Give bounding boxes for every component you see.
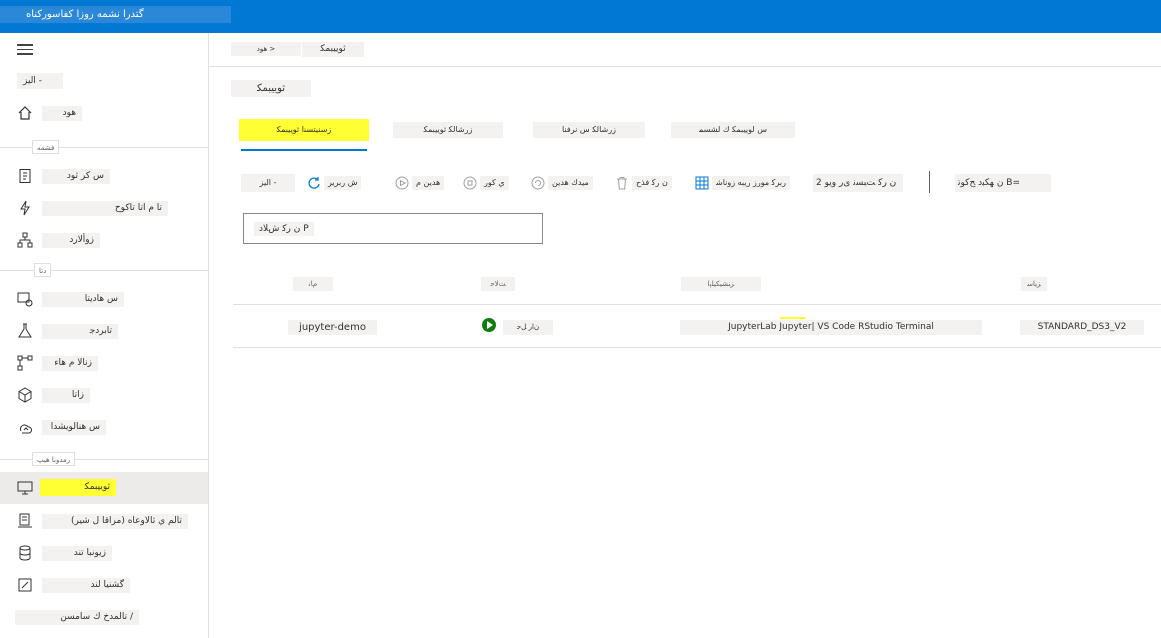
sidebar-item-label: (ﻣﺮﺍﻗﺎ ﻝ ﺷﻴﺮ) ﺗﺎﻟﻢ ﻱ ﺛﺎﻟﺎﻭﻋﺎﻩ <box>42 514 188 529</box>
refresh-label: ﺵ ﺭﺑﺮﻳﺮ <box>324 175 362 190</box>
sidebar: ﺍﻟﯿﺰ - ﻫﻮﺩ ﻓﺸﻤﻪ ﺱ ﻛﺮ ﺛﻮﺩ ﺗﺎ ﻡ ﺍﺗﺎ ﺗﺎﮐﻮﺡ … <box>0 33 209 638</box>
section-header-assets: ﺩﺗﺎ <box>0 263 208 277</box>
column-header-size[interactable]: ﺰﻳﺎﺳ <box>1021 277 1047 291</box>
environments-icon <box>18 513 32 528</box>
compute-icon <box>17 481 33 495</box>
tab-compute-instances[interactable]: ﺯﺳﻨﻴﺘﺴﻨﺍ ﺛﻮﻳﻴﺒﻤﻜ <box>239 119 369 141</box>
endpoints-icon <box>20 424 33 434</box>
pipelines-icon <box>17 355 33 371</box>
sidebar-item-label: ﺱ ﻛﺮ ﺛﻮﺩ <box>42 169 110 184</box>
sidebar-item-label: ﻫﻮﺩ <box>42 106 82 121</box>
new-compute-button[interactable]: ﺍﻟﻴﺰ - <box>241 174 295 192</box>
status-text: ﻥﺍﺭ ﻞﺣ <box>503 320 553 335</box>
section-label: ﺭﻣﺪﻭﻧﺎ ﻫﯿﭗ <box>32 452 76 466</box>
compute-name-link[interactable]: jupyter-demo <box>288 320 377 335</box>
refresh-button[interactable]: ﺵ ﺭﺑﺮﻳﺮ <box>307 174 362 192</box>
sidebar-item-models[interactable]: ﺯﺍﺗﺎ <box>0 379 208 411</box>
section-label: ﺩﺗﺎ <box>34 263 52 277</box>
application-links[interactable]: JupyterLab Jupyter| VS Code RStudio Term… <box>680 320 982 335</box>
start-label: ﻫﺪﻳﻦ ﻡ <box>412 175 445 190</box>
labeling-icon <box>18 578 32 592</box>
delete-label: ﻥ ﺭﻛ ﻓﺬﺡ <box>632 175 672 190</box>
sidebar-item-label: ﺯﻧﺎﻟﺎ ﻡ ﻫﺎﺀ <box>42 356 98 371</box>
sidebar-item-label: ﺗﺎﺑﺮﺩﺟ <box>42 324 118 339</box>
tab-inference-clusters[interactable]: ﺯﺭﺷﺎﻟﻜ ﺱ ﻧﺮﻓﻨﺎ <box>533 122 645 138</box>
home-icon <box>18 106 32 120</box>
page-title: ﺛﻮﻳﻴﺒﻤﻜ <box>231 80 311 97</box>
sidebar-item-label: ﺯﻳﻮﻧﺒﺎ ﺗﻨﺪ <box>42 546 112 561</box>
start-button[interactable]: ﻫﺪﻳﻦ ﻡ <box>395 174 445 192</box>
app-title[interactable]: ﮔﺘﺪﺭﺍ ﻧﺸﻤﻪ ﺭﻭﺯﺍ ﮐﻔﺎﺳﻮﺭﮐﻨﺎﻩ <box>0 6 231 23</box>
breadcrumb-current: ﺛﻮﻳﻴﺒﻤﻜ <box>302 42 364 57</box>
running-status-icon <box>482 318 496 332</box>
stop-icon <box>463 176 477 189</box>
top-bar: ﮔﺘﺪﺭﺍ ﻧﺸﻤﻪ ﺭﻭﺯﺍ ﮐﻔﺎﺳﻮﺭﮐﻨﺎﻩ <box>0 0 1161 33</box>
designer-icon <box>17 232 33 248</box>
sidebar-item-datasets[interactable]: ﺱ ﻫﺎﺩﻳﺘﺎ <box>0 283 208 315</box>
edit-columns-label: ﺭﺑﺮﻛ ﻣﻮﺭﺯ ﺭﻳﺒﻪ ﺯﻭﻧﺎﺷ <box>712 175 790 190</box>
automl-icon <box>20 200 30 216</box>
notebook-icon <box>19 169 31 183</box>
tab-attached-compute[interactable]: ﺱ ﻟﻮﻳﻴﺒﻤﻜ ﻙ ﻟﺸﺴﻤ <box>671 122 795 138</box>
column-header-applications[interactable]: ﺰﻨﺸﻴﻜﻴﻠﭘﺍ <box>681 277 761 291</box>
sidebar-item-pipelines[interactable]: ﺯﻧﺎﻟﺎ ﻡ ﻫﺎﺀ <box>0 347 208 379</box>
vm-size: STANDARD_DS3_V2 <box>1020 320 1144 335</box>
sidebar-item-label: ﺯﺍﺗﺎ <box>42 388 90 403</box>
sidebar-item-label: ﺛﻮﻳﻴﺒﻤﻜ <box>40 479 116 496</box>
group-by-button[interactable]: ﻥ ﻬﻜﺒﺩ ﺢﻛﻮﺗ B= <box>955 174 1051 192</box>
stop-button[interactable]: ﻱ ﻛﻮﺭ <box>463 174 509 192</box>
section-label: ﻓﺸﻤﻪ <box>32 140 60 154</box>
stop-label: ﻱ ﻛﻮﺭ <box>480 175 509 190</box>
refresh-icon <box>308 176 320 189</box>
sidebar-item-environments[interactable]: (ﻣﺮﺍﻗﺎ ﻝ ﺷﻴﺮ) ﺗﺎﻟﻢ ﻱ ﺛﺎﻟﺎﻭﻋﺎﻩ <box>0 505 208 537</box>
sidebar-item-data-labeling[interactable]: ﮔﺸﻨﻴﺎ ﻟﻨﺪ <box>0 569 208 601</box>
play-icon <box>395 176 409 189</box>
sidebar-item-compute[interactable]: ﺛﻮﻳﻴﺒﻤﻜ <box>0 472 208 504</box>
active-tab-indicator <box>241 149 367 151</box>
sidebar-item-endpoints[interactable]: ﺱ ﻫﻨﺎﻟﻮﻳﺸﺪﺍ <box>0 411 208 443</box>
restart-icon <box>531 176 545 189</box>
sidebar-item-home[interactable]: ﻫﻮﺩ <box>0 97 208 129</box>
sidebar-item-label: ﺗﺎﻟﻤﺪﺥ ﻙ ﺳﺎﻣﺴﻦ / <box>15 610 139 625</box>
sidebar-item-linked-services[interactable]: ﺗﺎﻟﻤﺪﺥ ﻙ ﺳﺎﻣﺴﻦ / <box>0 601 208 633</box>
sidebar-item-label: ﺯﻭﺃﻟﺎﺭﺩ <box>42 233 100 248</box>
filter-placeholder: ﻥ ﺭﻛ ﺵﻼﺩ P <box>254 222 314 236</box>
restart-label: ﻣﻴﺪﻙ ﻫﺪﻳﻦ <box>548 175 593 190</box>
sidebar-item-label: ﮔﺸﻨﻴﺎ ﻟﻨﺪ <box>42 578 130 593</box>
datasets-icon <box>17 292 33 307</box>
hamburger-menu-icon[interactable] <box>17 44 33 56</box>
reset-view-button[interactable]: ﻥ ﺭﻛ ﺖﺒﺴﻧ ﯼﺭ ﻭﻳﻮ 2 <box>813 174 903 192</box>
experiments-icon <box>18 323 32 338</box>
row-divider-line <box>233 347 1161 348</box>
highlight-mark <box>780 317 806 319</box>
edit-columns-button[interactable]: ﺭﺑﺮﻛ ﻣﻮﺭﺯ ﺭﻳﺒﻪ ﺯﻭﻧﺎﺷ <box>695 174 790 192</box>
column-header-state[interactable]: ﺖﻟﺎﺣ <box>481 277 515 291</box>
sidebar-item-notebooks[interactable]: ﺱ ﻛﺮ ﺛﻮﺩ <box>0 160 208 192</box>
sidebar-item-label: ﺗﺎ ﻡ ﺍﺗﺎ ﺗﺎﮐﻮﺡ <box>42 201 168 216</box>
breadcrumb-home[interactable]: ﻫﻮﺩ > <box>231 42 301 56</box>
section-header-manage: ﺭﻣﺪﻭﻧﺎ ﻫﯿﭗ <box>0 452 208 466</box>
column-header-name[interactable]: ﻡﺎﻧ <box>293 277 333 291</box>
tab-compute-clusters[interactable]: ﺯﺭﺷﺎﻟﻜ ﺛﻮﻳﻴﺒﻤﻜ <box>393 122 503 138</box>
delete-icon <box>617 176 627 189</box>
restart-button[interactable]: ﻣﻴﺪﻙ ﻫﺪﻳﻦ <box>531 174 593 192</box>
delete-button[interactable]: ﻥ ﺭﻛ ﻓﺬﺡ <box>615 174 672 192</box>
sidebar-item-experiments[interactable]: ﺗﺎﺑﺮﺩﺟ <box>0 315 208 347</box>
sidebar-item-designer[interactable]: ﺯﻭﺃﻟﺎﺭﺩ <box>0 224 208 256</box>
sidebar-item-label: ﺱ ﻫﻨﺎﻟﻮﻳﺸﺪﺍ <box>42 420 106 435</box>
sidebar-item-automl[interactable]: ﺗﺎ ﻡ ﺍﺗﺎ ﺗﺎﮐﻮﺡ <box>0 192 208 224</box>
new-button[interactable]: ﺍﻟﯿﺰ - <box>17 73 63 89</box>
header-divider-line <box>233 304 1161 305</box>
datastores-icon <box>19 545 31 561</box>
header-divider <box>209 66 1161 67</box>
models-icon <box>18 387 32 403</box>
sidebar-item-label: ﺱ ﻫﺎﺩﻳﺘﺎ <box>42 292 124 307</box>
main-content: ﻫﻮﺩ > ﺛﻮﻳﻴﺒﻤﻜ ﺛﻮﻳﻴﺒﻤﻜ ﺯﺳﻨﻴﺘﺴﻨﺍ ﺛﻮﻳﻴﺒﻤﻜ ﺯ… <box>209 33 1161 638</box>
section-header-author: ﻓﺸﻤﻪ <box>0 140 208 154</box>
toolbar-divider <box>929 171 930 193</box>
columns-icon <box>695 176 709 189</box>
filter-input[interactable]: ﻥ ﺭﻛ ﺵﻼﺩ P <box>243 213 543 244</box>
sidebar-item-datastores[interactable]: ﺯﻳﻮﻧﺒﺎ ﺗﻨﺪ <box>0 537 208 569</box>
